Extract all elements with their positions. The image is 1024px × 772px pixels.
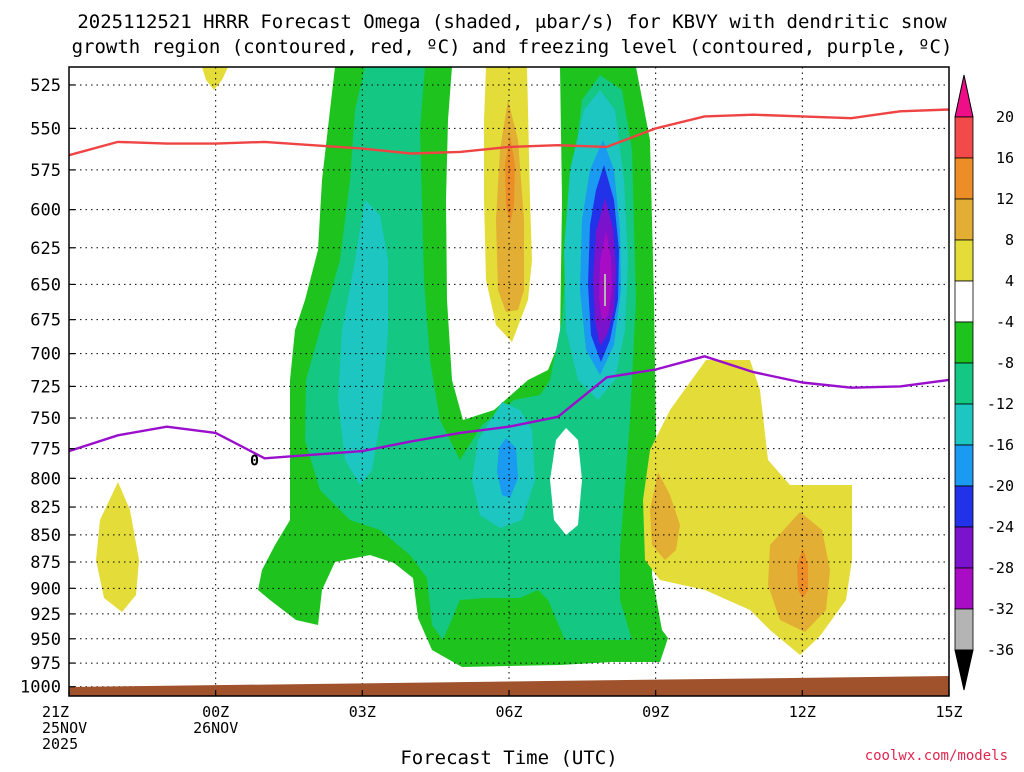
colorbar: 20 16 12 8 4 -4 -8 -12 -16 -20 -24 -28 -32 -36 [954, 74, 1014, 691]
colorbar-label: -28 [987, 559, 1014, 577]
y-tick-label: 975 [30, 654, 61, 674]
colorbar-label: 8 [1005, 231, 1014, 249]
colorbar-segment [954, 608, 974, 651]
chart-stage: 2025112521 HRRR Forecast Omega (shaded, … [0, 0, 1024, 769]
colorbar-label: 12 [996, 190, 1014, 208]
colorbar-label: -8 [996, 354, 1014, 372]
y-tick-label: 775 [30, 440, 61, 460]
x-tick-label: 15Z [935, 703, 962, 721]
contour-label: 0 [250, 451, 259, 469]
colorbar-segment [954, 526, 974, 569]
x-tick-label: 03Z [349, 703, 376, 721]
y-tick-label: 525 [30, 76, 61, 96]
colorbar-top-arrow [954, 74, 974, 118]
colorbar-label: -4 [996, 313, 1014, 331]
colorbar-label: -12 [987, 395, 1014, 413]
x-tick-label: 2025 [42, 735, 78, 753]
colorbar-label: -36 [987, 641, 1014, 659]
colorbar-segment [954, 444, 974, 487]
y-tick-label: 575 [30, 161, 61, 181]
chart-title-line-1: 2025112521 HRRR Forecast Omega (shaded, … [77, 11, 947, 33]
chart-title-line-2: growth region (contoured, red, ºC) and f… [72, 36, 953, 58]
colorbar-label: 20 [996, 108, 1014, 126]
omega-cross-section-chart: 2025112521 HRRR Forecast Omega (shaded, … [20, 11, 1014, 769]
y-tick-label: 625 [30, 239, 61, 259]
colorbar-segment [954, 280, 974, 323]
colorbar-segment [954, 321, 974, 364]
y-tick-label: 550 [30, 119, 61, 139]
shade-east-gray [604, 274, 606, 306]
colorbar-segment [954, 403, 974, 446]
y-tick-label: 825 [30, 498, 61, 518]
y-tick-label: 675 [30, 311, 61, 331]
colorbar-label: -24 [987, 518, 1014, 536]
x-tick-label: 06Z [495, 703, 522, 721]
colorbar-label: -32 [987, 600, 1014, 618]
colorbar-label: -20 [987, 477, 1014, 495]
x-axis-title: Forecast Time (UTC) [400, 747, 617, 768]
x-tick-label: 12Z [789, 703, 816, 721]
y-tick-label: 850 [30, 526, 61, 546]
colorbar-segment [954, 157, 974, 200]
y-tick-label: 750 [30, 409, 61, 429]
colorbar-segment [954, 198, 974, 241]
y-tick-label: 950 [30, 630, 61, 650]
x-axis: 21Z25NOV202500Z26NOV03Z 06Z 09Z 12Z 15Z [42, 690, 963, 753]
credit-link[interactable]: coolwx.com/models [865, 748, 1008, 764]
y-tick-label: 1000 [20, 678, 61, 698]
y-tick-label: 600 [30, 201, 61, 221]
colorbar-label: -16 [987, 436, 1014, 454]
colorbar-segment [954, 116, 974, 159]
colorbar-segment [954, 362, 974, 405]
colorbar-label: 16 [996, 149, 1014, 167]
y-tick-label: 650 [30, 275, 61, 295]
y-tick-label: 700 [30, 345, 61, 365]
x-tick-label: 26NOV [193, 719, 238, 737]
y-tick-label: 925 [30, 605, 61, 625]
y-tick-label: 900 [30, 579, 61, 599]
y-tick-label: 725 [30, 377, 61, 397]
colorbar-segment [954, 239, 974, 282]
colorbar-bottom-arrow [954, 649, 974, 691]
x-tick-label: 09Z [642, 703, 669, 721]
y-tick-label: 800 [30, 469, 61, 489]
colorbar-segment [954, 485, 974, 528]
colorbar-segment [954, 567, 974, 610]
colorbar-label: 4 [1005, 272, 1014, 290]
y-axis: 525 550 575 600 625 650 675 700 725 750 775 800 825 8… [20, 76, 75, 698]
y-tick-label: 875 [30, 553, 61, 573]
